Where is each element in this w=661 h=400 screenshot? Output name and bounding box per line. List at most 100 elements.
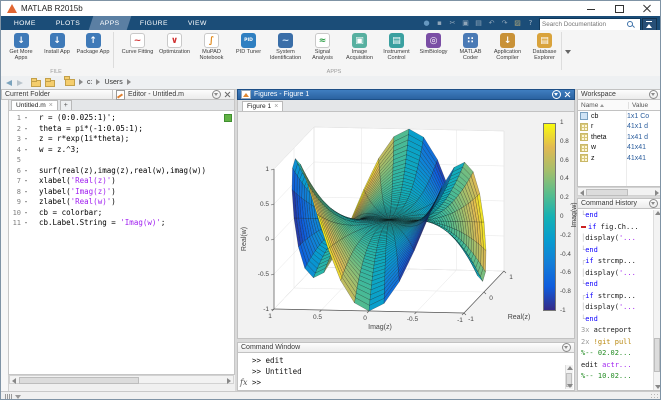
workspace-header[interactable]: Workspace — [577, 89, 661, 100]
scrollbar-thumb[interactable] — [586, 189, 628, 196]
history-item[interactable]: %-- 10.02... — [578, 371, 661, 383]
history-item[interactable]: └end — [578, 245, 661, 257]
history-item[interactable]: └end — [578, 314, 661, 326]
history-item[interactable]: └end — [578, 279, 661, 291]
new-tab-button[interactable]: + — [60, 100, 72, 110]
scroll-up-icon[interactable] — [567, 366, 573, 370]
app-button-system-identification[interactable]: ~System Identification — [267, 32, 304, 62]
history-item[interactable]: │display('... — [578, 302, 661, 314]
figures-panel-close-icon[interactable] — [564, 91, 571, 98]
close-button[interactable] — [634, 1, 660, 16]
apps-gallery-dropdown-button[interactable] — [561, 32, 574, 70]
editor-panel-menu-icon[interactable] — [212, 90, 221, 99]
scroll-left-icon[interactable] — [12, 378, 16, 384]
app-button-instrument-control[interactable]: ▤Instrument Control — [378, 32, 415, 62]
colorbar[interactable] — [543, 123, 556, 311]
figure-tab[interactable]: Figure 1 × — [242, 101, 283, 111]
save-icon[interactable]: ▪ — [434, 18, 445, 29]
history-item[interactable]: ┌if strcmp... — [578, 291, 661, 303]
app-button-signal-analysis[interactable]: ≈Signal Analysis — [304, 32, 341, 62]
resize-grip[interactable] — [650, 393, 658, 400]
app-button-database-explorer[interactable]: ▤Database Explorer — [526, 32, 563, 62]
figures-panel-menu-icon[interactable] — [552, 90, 561, 99]
search-box[interactable] — [539, 18, 641, 31]
history-item[interactable]: └end — [578, 210, 661, 222]
minimize-button[interactable] — [578, 1, 604, 16]
app-button-matlab-coder[interactable]: ∷MATLAB Coder — [452, 32, 489, 62]
app-button-optimization[interactable]: ∨Optimization — [156, 32, 193, 55]
scroll-down-icon[interactable] — [567, 384, 573, 388]
copy-icon[interactable]: ▣ — [460, 18, 471, 29]
history-item[interactable]: %-- 02.02... — [578, 348, 661, 360]
command-window-header[interactable]: Command Window — [237, 342, 575, 353]
surface-plot[interactable]: 10.50-0.5-1-10110.50-0.5-1Imag(z)Real(z)… — [238, 112, 538, 338]
scroll-left-icon[interactable] — [580, 190, 584, 196]
cut-icon[interactable]: ✂ — [447, 18, 458, 29]
workspace-column-headers[interactable]: Name Value — [577, 100, 661, 111]
command-window-menu-icon[interactable] — [562, 343, 571, 352]
redo-icon[interactable]: ↷ — [499, 18, 510, 29]
editor-code-area[interactable]: 1-r = (0:0.025:1)';2-theta = pi*(-1:0.05… — [8, 111, 235, 375]
back-icon[interactable] — [6, 80, 12, 86]
breadcrumb-segment[interactable]: Users — [104, 79, 122, 86]
help-icon[interactable]: ? — [525, 18, 536, 29]
workspace-horizontal-scrollbar[interactable] — [577, 187, 661, 196]
ribbon-tab-figure[interactable]: FIGURE — [129, 16, 180, 30]
app-button-install-app[interactable]: ↓Install App — [39, 32, 75, 55]
history-item[interactable]: edit actr... — [578, 360, 661, 372]
workspace-variable-list[interactable]: cb1x1 Cor41x1 dtheta1x41 dw41x41z41x41 — [577, 111, 661, 187]
column-name[interactable]: Name — [581, 102, 598, 109]
workspace-row[interactable]: cb1x1 Co — [578, 111, 661, 122]
history-item[interactable]: if fig.Ch... — [578, 222, 661, 234]
open-folder-icon[interactable]: ▨ — [512, 18, 523, 29]
workspace-row[interactable]: theta1x41 d — [578, 132, 661, 143]
app-button-application-compiler[interactable]: ↓Application Compiler — [489, 32, 526, 62]
collapse-ribbon-button[interactable] — [642, 18, 657, 31]
app-button-package-app[interactable]: ↑Package App — [75, 32, 111, 55]
app-button-mupad-notebook[interactable]: ∫MuPAD Notebook — [193, 32, 230, 62]
command-history-scrollbar[interactable] — [653, 210, 661, 390]
search-input[interactable] — [540, 21, 626, 28]
profile-icon[interactable]: ● — [421, 18, 432, 29]
command-prompt[interactable]: >> — [238, 377, 574, 388]
command-history-list[interactable]: └endif fig.Ch...│display('...└end┌if str… — [577, 209, 661, 391]
forward-icon[interactable] — [17, 80, 23, 86]
history-item[interactable]: ┌if strcmp... — [578, 256, 661, 268]
history-item[interactable]: │display('... — [578, 268, 661, 280]
breadcrumb[interactable]: c: Users — [65, 79, 131, 86]
workspace-row[interactable]: r41x1 d — [578, 122, 661, 133]
command-history-menu-icon[interactable] — [649, 199, 658, 208]
scroll-right-icon[interactable] — [655, 190, 659, 196]
workspace-row[interactable]: z41x41 — [578, 153, 661, 164]
workspace-menu-icon[interactable] — [649, 90, 658, 99]
up-folder-icon[interactable] — [31, 80, 41, 87]
scrollbar-thumb[interactable] — [19, 377, 139, 384]
scroll-right-icon[interactable] — [227, 378, 231, 384]
ribbon-tab-apps[interactable]: APPS — [89, 16, 131, 30]
breadcrumb-segment[interactable]: c: — [87, 79, 92, 86]
editor-tab-untitled[interactable]: Untitled.m × — [11, 100, 58, 110]
maximize-button[interactable] — [606, 1, 632, 16]
history-item[interactable]: 3x actreport — [578, 325, 661, 337]
history-item[interactable]: │display('... — [578, 233, 661, 245]
command-window-body[interactable]: >> edit >> Untitled >> fx — [237, 353, 575, 391]
close-tab-icon[interactable]: × — [49, 102, 53, 109]
ribbon-tab-view[interactable]: VIEW — [177, 16, 219, 30]
workspace-row[interactable]: w41x41 — [578, 143, 661, 154]
command-window-scrollbar[interactable] — [565, 365, 573, 389]
app-button-simbiology[interactable]: ◎SimBiology — [415, 32, 452, 55]
command-history-header[interactable]: Command History — [577, 198, 661, 209]
scroll-down-icon[interactable] — [655, 385, 661, 389]
paste-icon[interactable]: ▤ — [473, 18, 484, 29]
app-button-curve-fitting[interactable]: ~Curve Fitting — [119, 32, 156, 55]
status-toggle-icon[interactable] — [5, 394, 21, 399]
scrollbar-thumb[interactable] — [654, 338, 660, 372]
column-divider[interactable] — [626, 111, 627, 186]
app-button-pid-tuner[interactable]: PIDPID Tuner — [230, 32, 267, 55]
figure-canvas[interactable]: 10.50-0.5-1-10110.50-0.5-1Imag(z)Real(z)… — [237, 112, 575, 339]
undo-icon[interactable]: ↶ — [486, 18, 497, 29]
browse-folder-icon[interactable] — [45, 80, 55, 87]
ribbon-tab-home[interactable]: HOME — [3, 16, 48, 30]
figures-panel-header[interactable]: Figures - Figure 1 — [237, 89, 575, 100]
app-button-image-acquisition[interactable]: ▣Image Acquisition — [341, 32, 378, 62]
